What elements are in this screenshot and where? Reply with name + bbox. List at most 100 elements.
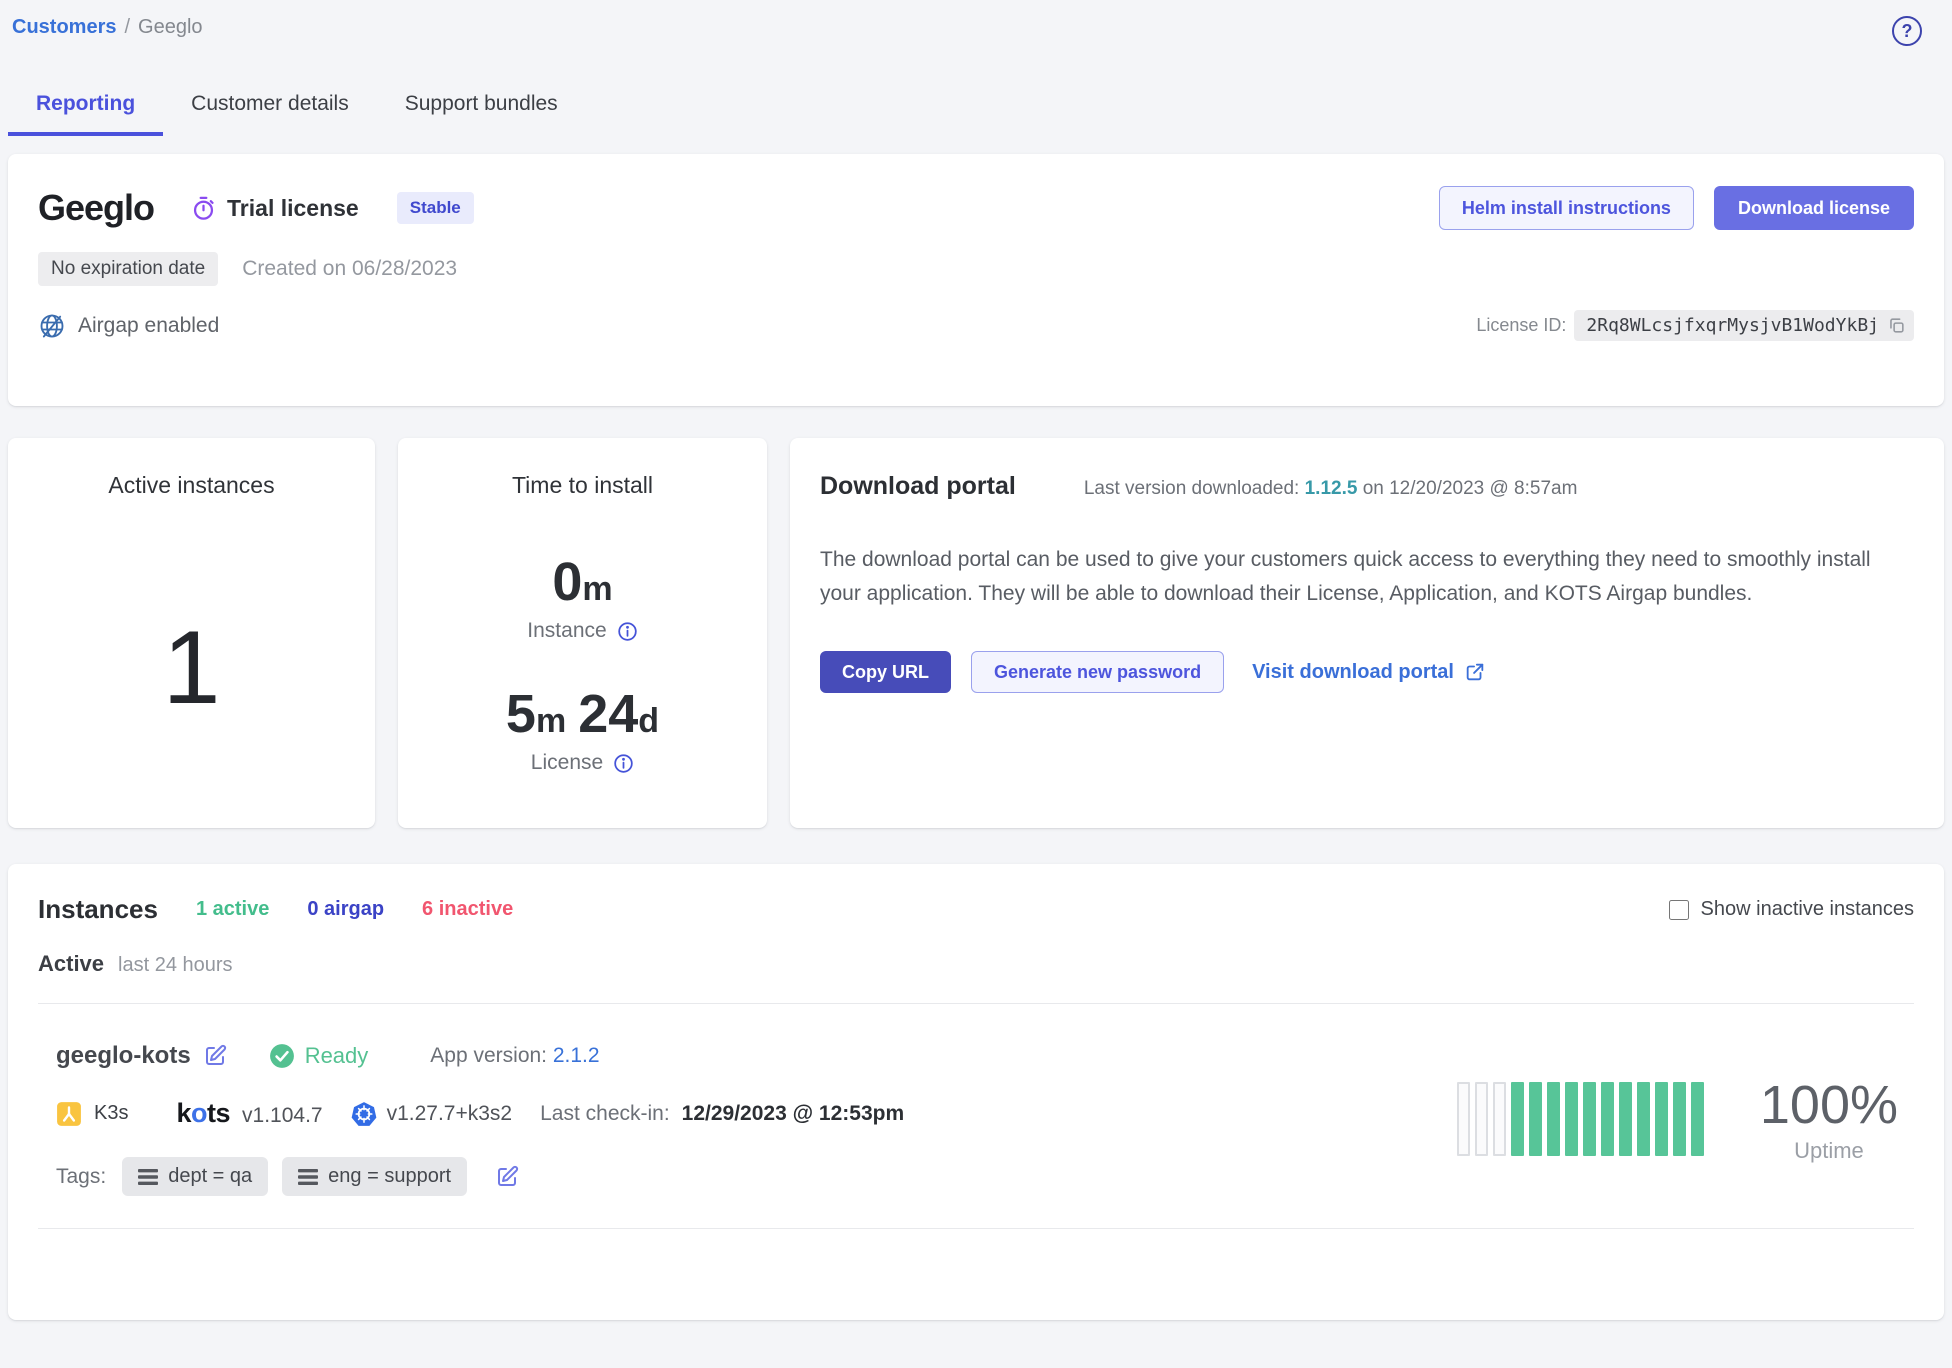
tab-support-bundles[interactable]: Support bundles [377,86,586,136]
visit-download-portal-label: Visit download portal [1252,661,1454,684]
metrics-row: Active instances 1 Time to install 0m In… [8,438,1944,828]
kots-version: v1.104.7 [242,1104,323,1128]
show-inactive-label: Show inactive instances [1701,898,1914,921]
customer-name: Geeglo [38,187,154,229]
uptime-bar [1655,1082,1668,1156]
airgap-count[interactable]: 0 airgap [307,898,384,921]
license-install-time: 5m24d [418,683,747,745]
license-time-value-2: 24 [578,684,638,744]
edit-tags-icon[interactable] [495,1165,519,1189]
kots-logo-ts: ts [207,1098,230,1128]
stopwatch-icon [190,195,217,222]
active-instances-card: Active instances 1 [8,438,375,828]
last-version-suffix: on 12/20/2023 @ 8:57am [1363,478,1578,499]
kots-logo: kots [176,1098,230,1129]
airgap-label: Airgap enabled [78,314,219,338]
last-version-prefix: Last version downloaded: [1084,478,1299,499]
app-version-link[interactable]: 2.1.2 [553,1044,600,1067]
tags-label: Tags: [56,1165,106,1189]
created-date: Created on 06/28/2023 [242,257,457,281]
helm-install-instructions-button[interactable]: Helm install instructions [1439,186,1694,230]
uptime-bar [1457,1082,1470,1156]
download-license-button[interactable]: Download license [1714,186,1914,230]
breadcrumb-separator: / [124,16,130,38]
breadcrumb-customers-link[interactable]: Customers [12,16,116,38]
license-time-label-row: License [418,751,747,775]
tab-customer-details[interactable]: Customer details [163,86,377,136]
time-to-install-title: Time to install [418,472,747,499]
instance-install-time: 0m [418,551,747,613]
uptime-label: Uptime [1760,1138,1898,1164]
kubernetes-icon [351,1101,377,1127]
license-type-label: Trial license [227,195,359,222]
license-time-unit-2: d [638,702,659,740]
active-section-label: Active [38,951,104,977]
instance-status: Ready [269,1043,369,1069]
inactive-count[interactable]: 6 inactive [422,898,513,921]
license-id-row: License ID: 2Rq8WLcsjfxqrMysjvB1WodYkBj [1476,310,1914,341]
divider [38,1228,1914,1229]
uptime-bar [1529,1082,1542,1156]
last-version-link[interactable]: 1.12.5 [1305,478,1358,499]
app-version: App version: 2.1.2 [430,1044,599,1068]
kots-logo-o: o [191,1098,207,1128]
k3s-icon [56,1101,82,1127]
tag-lines-icon [298,1169,318,1185]
instance-time-value: 0 [552,552,582,612]
tag-label: eng = support [328,1165,451,1188]
copy-icon[interactable] [1887,316,1906,335]
copy-url-button[interactable]: Copy URL [820,651,951,693]
info-icon[interactable] [613,753,634,774]
instance-time-label: Instance [527,619,606,643]
instance-time-label-row: Instance [418,619,747,643]
instance-name: geeglo-kots [56,1042,191,1070]
tab-reporting[interactable]: Reporting [8,86,163,136]
uptime-summary: 100% Uptime [1457,1074,1914,1164]
generate-new-password-button[interactable]: Generate new password [971,651,1224,693]
uptime-bar [1565,1082,1578,1156]
channel-badge: Stable [397,192,474,224]
uptime-block: 100% Uptime [1760,1074,1898,1164]
uptime-bar [1583,1082,1596,1156]
last-version-downloaded: Last version downloaded: 1.12.5 on 12/20… [1084,478,1578,500]
license-time-label: License [531,751,603,775]
license-type: Trial license [190,195,359,222]
uptime-bar [1475,1082,1488,1156]
uptime-bar [1547,1082,1560,1156]
instances-card: Instances 1 active 0 airgap 6 inactive S… [8,864,1944,1320]
distribution: K3s [56,1101,128,1127]
uptime-bar [1493,1082,1506,1156]
k8s-version-group: v1.27.7+k3s2 [351,1101,513,1127]
instances-title: Instances [38,894,158,925]
time-to-install-card: Time to install 0m Instance 5m24d Licens… [398,438,767,828]
license-time-unit-1: m [536,702,566,740]
expiration-badge: No expiration date [38,252,218,286]
external-link-icon [1464,661,1486,683]
active-instances-title: Active instances [28,472,355,499]
download-portal-title: Download portal [820,472,1016,501]
edit-name-icon[interactable] [203,1044,227,1068]
license-summary-card: Geeglo Trial license Stable Helm install… [8,154,1944,406]
kots-logo-k: k [176,1098,191,1128]
show-inactive-toggle[interactable]: Show inactive instances [1669,898,1914,921]
show-inactive-checkbox[interactable] [1669,900,1689,920]
license-id-badge: 2Rq8WLcsjfxqrMysjvB1WodYkBj [1574,310,1914,341]
topbar: Customers/Geeglo ? [0,0,1952,46]
help-icon[interactable]: ? [1892,16,1922,46]
active-section-sublabel: last 24 hours [118,954,233,977]
check-circle-icon [269,1043,295,1069]
kots-version-group: kots v1.104.7 [176,1098,322,1129]
info-icon[interactable] [617,621,638,642]
uptime-bar [1619,1082,1632,1156]
k8s-version: v1.27.7+k3s2 [387,1102,513,1126]
active-count[interactable]: 1 active [196,898,269,921]
uptime-percent: 100% [1760,1074,1898,1136]
active-instances-value: 1 [28,609,355,728]
download-portal-description: The download portal can be used to give … [820,543,1910,611]
uptime-bar [1673,1082,1686,1156]
license-id-label: License ID: [1476,315,1566,336]
visit-download-portal-link[interactable]: Visit download portal [1252,661,1486,684]
tab-bar: Reporting Customer details Support bundl… [8,86,1952,136]
instance-row: geeglo-kots [38,1004,1914,1202]
tag-lines-icon [138,1169,158,1185]
